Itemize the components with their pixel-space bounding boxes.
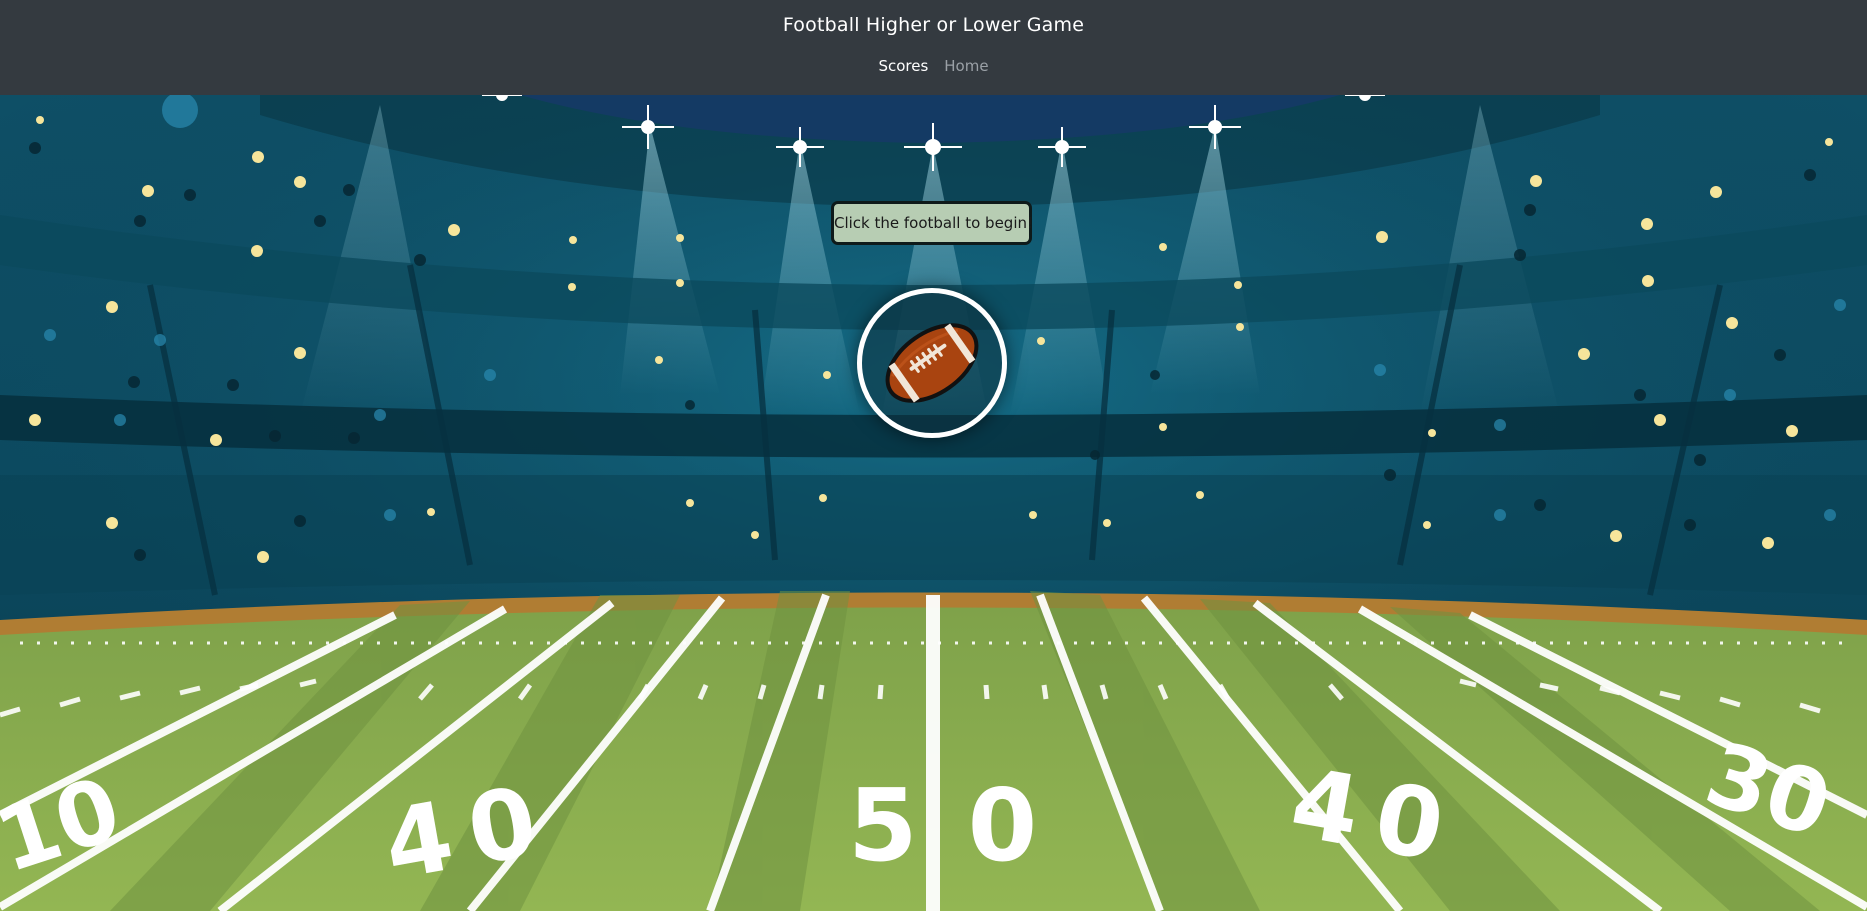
app-title: Football Higher or Lower Game: [782, 14, 1085, 36]
football-icon: [885, 323, 979, 403]
start-prompt-tooltip: Click the football to begin!: [831, 201, 1033, 245]
stadium-scene: 10 40 50 40 30 Click the football to beg…: [0, 95, 1867, 911]
nav-links: Scores Home: [0, 57, 1867, 75]
yard-number-50: 50: [848, 767, 1087, 884]
top-navbar: Football Higher or Lower Game Scores Hom…: [0, 0, 1867, 95]
nav-link-scores[interactable]: Scores: [878, 57, 928, 75]
start-football-button[interactable]: [857, 288, 1007, 438]
nav-link-home[interactable]: Home: [944, 57, 988, 75]
